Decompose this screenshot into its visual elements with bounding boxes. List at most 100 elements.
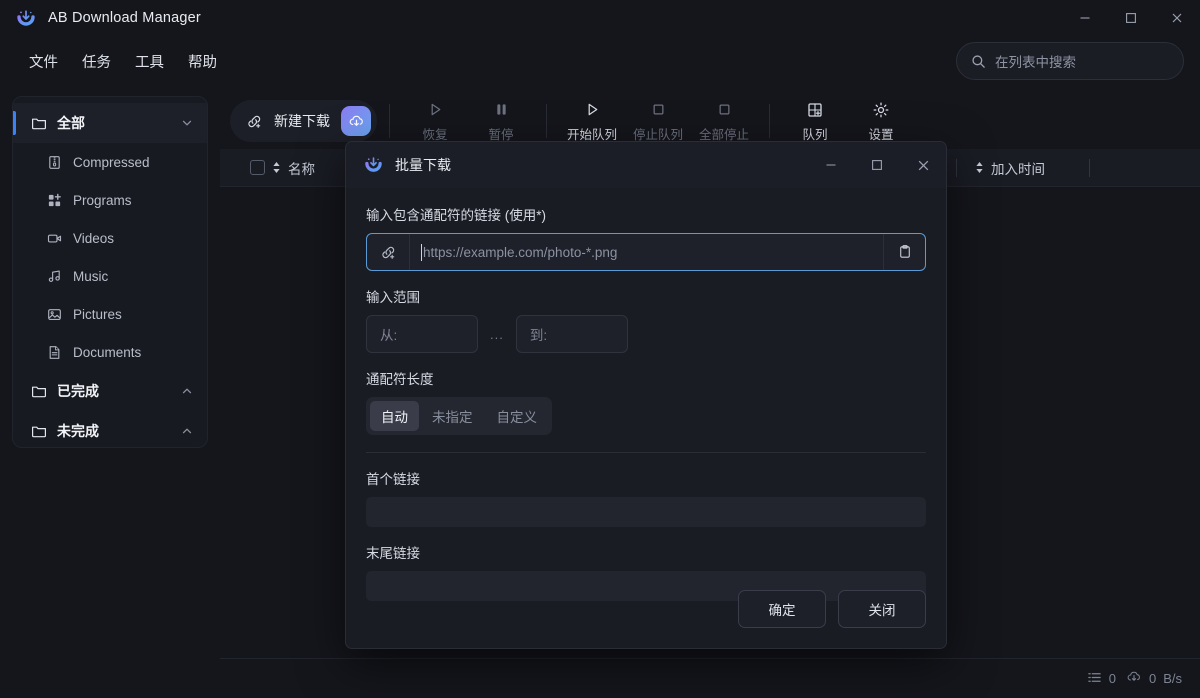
url-input-area[interactable]: https://example.com/photo-*.png — [410, 244, 883, 261]
image-icon — [47, 307, 62, 322]
dialog-close-button[interactable] — [900, 142, 946, 188]
menu-help[interactable]: 帮助 — [179, 46, 226, 77]
status-bar: 0 0 B/s — [220, 658, 1200, 698]
status-speed-value: 0 — [1149, 671, 1156, 686]
sidebar-item-pictures[interactable]: Pictures — [13, 295, 207, 333]
sidebar-item-music[interactable]: Music — [13, 257, 207, 295]
archive-icon — [47, 155, 62, 170]
status-task-count: 0 — [1087, 670, 1116, 688]
close-button[interactable] — [1154, 0, 1200, 36]
search-box[interactable]: 在列表中搜索 — [956, 42, 1184, 80]
app-logo-icon — [364, 155, 384, 175]
first-link-section: 首个链接 — [366, 468, 926, 527]
window-controls — [1062, 0, 1200, 36]
new-download-button[interactable]: 新建下载 — [230, 100, 377, 142]
maximize-button[interactable] — [1108, 0, 1154, 36]
menu-tasks[interactable]: 任务 — [73, 46, 120, 77]
toolbar-settings-label: 设置 — [868, 124, 893, 143]
dialog-actions: 确定 关闭 — [738, 590, 926, 628]
toolbar-settings-button[interactable]: 设置 — [848, 96, 914, 146]
status-speed: 0 B/s — [1126, 669, 1182, 688]
chevron-up-icon — [181, 425, 193, 437]
sidebar-item-documents[interactable]: Documents — [13, 333, 207, 371]
dialog-confirm-button[interactable]: 确定 — [738, 590, 826, 628]
select-all-checkbox[interactable] — [250, 160, 265, 175]
wildcard-option-unspecified[interactable]: 未指定 — [421, 401, 484, 431]
dialog-minimize-button[interactable] — [808, 142, 854, 188]
sidebar: 全部 Compressed Programs Videos — [12, 96, 208, 448]
sidebar-item-pictures-label: Pictures — [73, 307, 122, 322]
toolbar-pause-label: 暂停 — [488, 124, 513, 143]
sort-icon — [975, 161, 984, 174]
gear-icon — [872, 100, 890, 120]
toolbar-resume-button[interactable]: 恢复 — [402, 96, 468, 146]
document-icon — [47, 345, 62, 360]
text-caret — [421, 244, 422, 261]
play-icon — [584, 100, 601, 120]
sidebar-item-programs[interactable]: Programs — [13, 181, 207, 219]
status-speed-unit: B/s — [1163, 671, 1182, 686]
column-header-name-label: 名称 — [288, 158, 315, 178]
last-link-label: 末尾链接 — [366, 542, 926, 562]
toolbar-stop-all-button[interactable]: 全部停止 — [691, 96, 757, 146]
dialog-maximize-button[interactable] — [854, 142, 900, 188]
sidebar-group-completed[interactable]: 已完成 — [13, 371, 207, 411]
wildcard-option-custom[interactable]: 自定义 — [486, 401, 549, 431]
url-field-label: 输入包含通配符的链接 (使用*) — [366, 204, 926, 224]
column-divider[interactable] — [1089, 159, 1090, 177]
stop-icon — [716, 100, 733, 120]
cloud-download-icon — [1126, 669, 1142, 688]
range-section: 输入范围 从: ... 到: — [366, 286, 926, 353]
menu-tools[interactable]: 工具 — [126, 46, 173, 77]
wildcard-length-section: 通配符长度 自动 未指定 自定义 — [366, 368, 926, 435]
sidebar-item-videos[interactable]: Videos — [13, 219, 207, 257]
folder-icon — [31, 115, 47, 131]
sidebar-item-music-label: Music — [73, 269, 108, 284]
batch-download-dialog: 批量下载 输入包含通配符的链接 (使用*) — [345, 141, 947, 649]
wildcard-option-auto[interactable]: 自动 — [370, 401, 419, 431]
dialog-title: 批量下载 — [395, 155, 451, 175]
sidebar-item-videos-label: Videos — [73, 231, 114, 246]
folder-icon — [31, 383, 47, 399]
play-icon — [427, 100, 444, 120]
link-plus-icon — [246, 113, 263, 130]
wildcard-url-input[interactable]: https://example.com/photo-*.png — [366, 233, 926, 271]
range-from-input[interactable]: 从: — [366, 315, 478, 353]
toolbar-stop-queue-button[interactable]: 停止队列 — [625, 96, 691, 146]
wildcard-length-segmented-control: 自动 未指定 自定义 — [366, 397, 552, 435]
range-to-input[interactable]: 到: — [516, 315, 628, 353]
search-icon — [971, 54, 986, 69]
wildcard-length-label: 通配符长度 — [366, 368, 926, 388]
range-separator: ... — [490, 327, 504, 342]
menu-file[interactable]: 文件 — [20, 46, 67, 77]
sidebar-item-compressed[interactable]: Compressed — [13, 143, 207, 181]
toolbar-divider — [546, 104, 547, 138]
section-divider — [366, 452, 926, 453]
cloud-download-icon[interactable] — [341, 106, 371, 136]
sidebar-group-unfinished[interactable]: 未完成 — [13, 411, 207, 448]
sidebar-group-all[interactable]: 全部 — [13, 103, 207, 143]
status-task-count-value: 0 — [1109, 671, 1116, 686]
queue-grid-icon — [806, 100, 824, 120]
search-input-placeholder: 在列表中搜索 — [995, 51, 1076, 71]
toolbar-stop-queue-label: 停止队列 — [633, 124, 683, 143]
url-input-placeholder: https://example.com/photo-*.png — [423, 245, 617, 260]
toolbar-pause-button[interactable]: 暂停 — [468, 96, 534, 146]
sidebar-item-programs-label: Programs — [73, 193, 132, 208]
dialog-window-controls — [808, 142, 946, 188]
range-label: 输入范围 — [366, 286, 926, 306]
minimize-button[interactable] — [1062, 0, 1108, 36]
dialog-title-bar: 批量下载 — [346, 142, 946, 188]
toolbar-start-queue-button[interactable]: 开始队列 — [559, 96, 625, 146]
toolbar-queue-label: 队列 — [802, 124, 827, 143]
column-header-name[interactable]: 名称 — [220, 158, 315, 178]
toolbar-queue-button[interactable]: 队列 — [782, 96, 848, 146]
list-icon — [1087, 670, 1102, 688]
paste-from-clipboard-button[interactable] — [883, 233, 925, 271]
column-header-added-time[interactable]: 加入时间 — [957, 158, 1045, 178]
folder-icon — [31, 423, 47, 439]
sidebar-group-completed-label: 已完成 — [57, 381, 99, 401]
dialog-close-action-button[interactable]: 关闭 — [838, 590, 926, 628]
toolbar-divider — [389, 104, 390, 138]
app-title: AB Download Manager — [48, 10, 201, 26]
